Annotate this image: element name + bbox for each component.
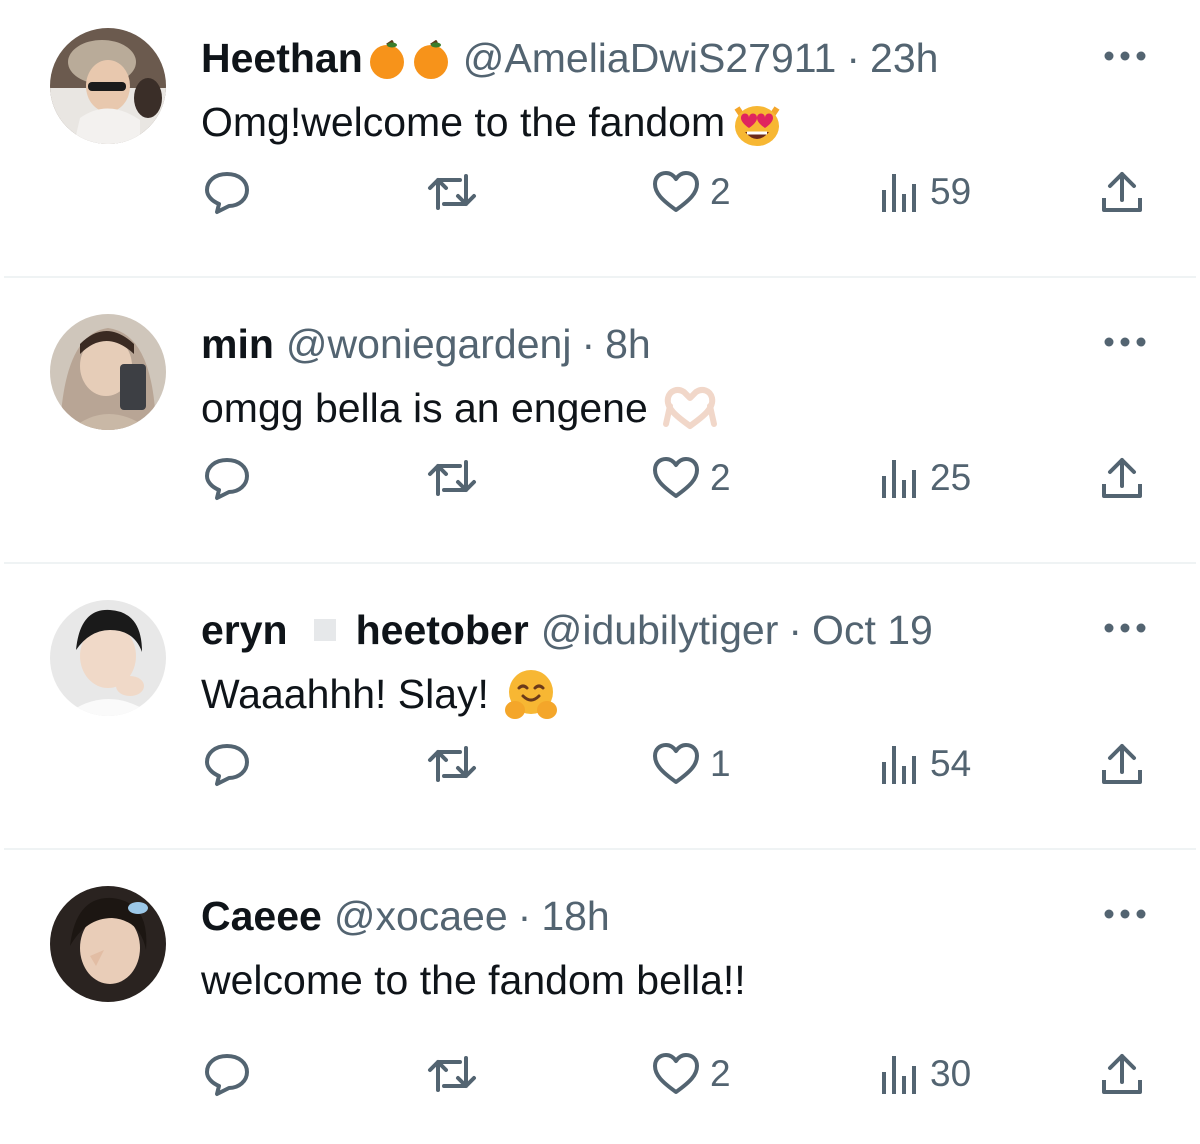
display-name[interactable]: Caeee — [201, 888, 322, 944]
tweet-text: Waaahhh! Slay! — [201, 666, 559, 722]
views-icon — [882, 746, 916, 784]
retweet-button[interactable] — [426, 164, 478, 220]
tweet-text-content: Waaahhh! Slay! — [201, 671, 489, 717]
share-icon — [1102, 458, 1142, 498]
orange-icon — [411, 38, 451, 79]
separator-dot: · — [517, 893, 532, 939]
handle[interactable]: @idubilytiger — [541, 602, 779, 658]
heart-icon — [653, 457, 699, 498]
separator-dot: · — [846, 35, 861, 81]
share-icon — [1102, 172, 1142, 212]
retweet-icon — [428, 746, 476, 782]
share-button[interactable] — [1100, 164, 1144, 220]
placeholder-square-icon — [313, 619, 336, 641]
more-options-icon[interactable] — [1102, 42, 1148, 70]
display-name[interactable]: Heethan — [201, 30, 363, 86]
tweet-text-content: Omg!welcome to the fandom — [201, 99, 726, 145]
share-icon — [1102, 1054, 1142, 1094]
retweet-button[interactable] — [426, 736, 478, 792]
retweet-button[interactable] — [426, 450, 478, 506]
tweet-text: welcome to the fandom bella!! — [201, 952, 746, 1008]
timestamp[interactable]: Oct 19 — [812, 602, 933, 658]
tweet[interactable]: Heethan @AmeliaDwiS27911 · 23h Omg!welco… — [0, 0, 1200, 286]
like-button[interactable]: 2 — [652, 450, 731, 506]
like-count: 1 — [710, 743, 731, 784]
separator-dot: · — [788, 607, 803, 653]
divider — [4, 562, 1196, 564]
heart-hands-icon — [662, 380, 718, 436]
reply-button[interactable] — [203, 164, 251, 220]
tweet-text: omgg bella is an engene — [201, 380, 718, 436]
display-name[interactable]: eryn — [201, 602, 288, 658]
avatar[interactable] — [50, 600, 166, 716]
heart-eyes-cat-icon — [729, 94, 785, 150]
tweet-text: Omg!welcome to the fandom — [201, 94, 785, 150]
like-button[interactable]: 2 — [652, 1046, 731, 1102]
heart-icon — [653, 171, 699, 212]
views-icon — [882, 460, 916, 498]
retweet-icon — [428, 1056, 476, 1092]
divider — [4, 848, 1196, 850]
tweet-actions: 2 25 — [0, 450, 1200, 506]
retweet-icon — [428, 460, 476, 496]
tweet[interactable]: min @woniegardenj · 8h omgg bella is an … — [0, 286, 1200, 572]
tweet-actions: 2 59 — [0, 164, 1200, 220]
handle[interactable]: @xocaee — [334, 888, 508, 944]
timestamp[interactable]: 23h — [870, 30, 938, 86]
views-button[interactable]: 54 — [880, 736, 971, 792]
orange-icon — [367, 38, 407, 79]
tweet[interactable]: eryn heetober @idubilytiger · Oct 19 Waa… — [0, 572, 1200, 858]
tweet-actions: 2 30 — [0, 1046, 1200, 1102]
display-name-secondary[interactable]: heetober — [356, 602, 529, 658]
reply-icon — [205, 744, 249, 786]
tweet-actions: 1 54 — [0, 736, 1200, 792]
views-button[interactable]: 30 — [880, 1046, 971, 1102]
more-options-icon[interactable] — [1102, 614, 1148, 642]
tweet-text-content: omgg bella is an engene — [201, 385, 648, 431]
more-options-icon[interactable] — [1102, 900, 1148, 928]
heart-icon — [653, 1053, 699, 1094]
view-count: 59 — [930, 171, 972, 212]
handle[interactable]: @AmeliaDwiS27911 — [463, 30, 837, 86]
like-count: 2 — [710, 457, 731, 498]
views-button[interactable]: 25 — [880, 450, 971, 506]
hugging-face-icon — [503, 666, 559, 722]
like-button[interactable]: 2 — [652, 164, 731, 220]
tweet-text-content: welcome to the fandom bella!! — [201, 957, 746, 1003]
views-icon — [882, 174, 916, 212]
like-count: 2 — [710, 1053, 731, 1094]
timestamp[interactable]: 18h — [541, 888, 609, 944]
reply-button[interactable] — [203, 1046, 251, 1102]
like-button[interactable]: 1 — [652, 736, 731, 792]
more-options-icon[interactable] — [1102, 328, 1148, 356]
reply-icon — [205, 1054, 249, 1096]
like-count: 2 — [710, 171, 731, 212]
timestamp[interactable]: 8h — [605, 316, 651, 372]
retweet-icon — [428, 174, 476, 210]
view-count: 25 — [930, 457, 972, 498]
avatar[interactable] — [50, 886, 166, 1002]
display-name[interactable]: min — [201, 316, 274, 372]
reply-icon — [205, 172, 249, 214]
avatar[interactable] — [50, 314, 166, 430]
share-button[interactable] — [1100, 736, 1144, 792]
views-icon — [882, 1056, 916, 1094]
share-icon — [1102, 744, 1142, 784]
reply-icon — [205, 458, 249, 500]
share-button[interactable] — [1100, 1046, 1144, 1102]
share-button[interactable] — [1100, 450, 1144, 506]
handle[interactable]: @woniegardenj — [286, 316, 572, 372]
retweet-button[interactable] — [426, 1046, 478, 1102]
heart-icon — [653, 743, 699, 784]
reply-button[interactable] — [203, 450, 251, 506]
avatar[interactable] — [50, 28, 166, 144]
views-button[interactable]: 59 — [880, 164, 971, 220]
separator-dot: · — [581, 321, 596, 367]
reply-button[interactable] — [203, 736, 251, 792]
tweet[interactable]: Caeee @xocaee · 18h welcome to the fando… — [0, 858, 1200, 1144]
view-count: 54 — [930, 743, 972, 784]
divider — [4, 276, 1196, 278]
view-count: 30 — [930, 1053, 972, 1094]
